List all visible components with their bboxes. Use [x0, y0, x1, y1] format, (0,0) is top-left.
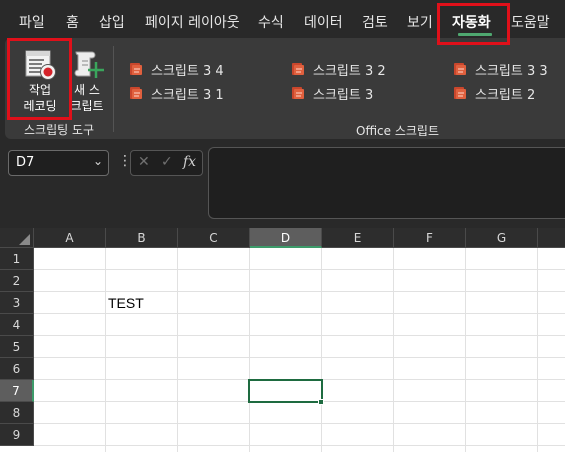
- gridline: [393, 248, 394, 452]
- column-header-f[interactable]: F: [394, 228, 466, 248]
- script-icon: [453, 86, 467, 100]
- new-script-icon: [74, 51, 104, 78]
- gridline: [34, 313, 565, 314]
- script-icon: [291, 86, 305, 100]
- script-item[interactable]: 스크립트 3 4: [129, 60, 224, 79]
- select-all-corner[interactable]: [0, 228, 34, 248]
- row-header-2[interactable]: 2: [0, 270, 34, 292]
- gridline: [465, 248, 466, 452]
- record-actions-label-line2: 레코딩: [23, 99, 57, 113]
- script-label: 스크립트 3 1: [151, 87, 224, 103]
- row-header-5[interactable]: 5: [0, 336, 34, 358]
- worksheet-grid[interactable]: A B C D E F G 1 2 3 4 5 6 7 8 9 TEST: [0, 228, 565, 452]
- active-tab-indicator: [458, 33, 492, 36]
- script-label: 스크립트 3 3: [475, 63, 548, 79]
- script-label: 스크립트 3: [313, 87, 374, 103]
- active-cell-d7[interactable]: [248, 379, 323, 403]
- gridline: [34, 445, 565, 446]
- name-box[interactable]: D7 ⌄: [8, 150, 109, 176]
- scripting-tools-group-label: 스크립팅 도구: [24, 123, 95, 137]
- cell-b3[interactable]: TEST: [108, 295, 144, 311]
- row-header-1[interactable]: 1: [0, 248, 34, 270]
- script-label: 스크립트 3 2: [313, 63, 386, 79]
- column-header-partial[interactable]: [538, 228, 565, 248]
- script-label: 스크립트 3 4: [151, 63, 224, 79]
- gridline: [34, 423, 565, 424]
- gridline: [249, 248, 250, 452]
- script-item[interactable]: 스크립트 3 1: [129, 84, 224, 103]
- record-actions-label-line1: 작업: [28, 83, 52, 97]
- row-header-4[interactable]: 4: [0, 314, 34, 336]
- script-item[interactable]: 스크립트 2: [453, 84, 536, 103]
- script-icon: [129, 62, 143, 76]
- formula-input[interactable]: [208, 147, 565, 219]
- formula-actions: ✕ ✓ fx: [130, 150, 203, 176]
- script-item[interactable]: 스크립트 3 2: [291, 60, 386, 79]
- gridline: [34, 335, 565, 336]
- insert-function-icon[interactable]: fx: [183, 154, 196, 170]
- select-all-icon: [19, 234, 30, 245]
- name-box-value: D7: [16, 155, 35, 170]
- row-header-7[interactable]: 7: [0, 380, 34, 402]
- column-header-c[interactable]: C: [178, 228, 250, 248]
- group-divider: [113, 46, 114, 132]
- gridline: [177, 248, 178, 452]
- gridline: [34, 357, 565, 358]
- column-header-a[interactable]: A: [34, 228, 106, 248]
- script-item[interactable]: 스크립트 3: [291, 84, 374, 103]
- new-script-label-line2: 크립트: [70, 99, 104, 113]
- column-header-d[interactable]: D: [250, 228, 322, 248]
- script-icon: [129, 86, 143, 100]
- script-label: 스크립트 2: [475, 87, 536, 103]
- row-header-6[interactable]: 6: [0, 358, 34, 380]
- script-item[interactable]: 스크립트 3 3: [453, 60, 548, 79]
- script-icon: [453, 62, 467, 76]
- row-header-8[interactable]: 8: [0, 402, 34, 424]
- gridline: [105, 248, 106, 452]
- cancel-icon[interactable]: ✕: [138, 154, 150, 170]
- column-header-e[interactable]: E: [322, 228, 394, 248]
- confirm-icon[interactable]: ✓: [161, 154, 173, 170]
- new-script-label-line1: 새 스: [74, 83, 100, 97]
- gridline: [537, 248, 538, 452]
- new-script-button[interactable]: 새 스 크립트: [68, 42, 106, 118]
- gridline: [34, 269, 565, 270]
- fill-handle[interactable]: [318, 399, 324, 405]
- record-actions-button[interactable]: 작업 레코딩: [11, 42, 69, 118]
- gridline: [321, 248, 322, 452]
- row-header-3[interactable]: 3: [0, 292, 34, 314]
- script-icon: [291, 62, 305, 76]
- column-header-g[interactable]: G: [466, 228, 538, 248]
- column-header-b[interactable]: B: [106, 228, 178, 248]
- gridline: [34, 291, 565, 292]
- office-scripts-group-label: Office 스크립트: [356, 124, 440, 138]
- record-actions-icon: [25, 50, 56, 80]
- row-header-9[interactable]: 9: [0, 424, 34, 446]
- chevron-down-icon[interactable]: ⌄: [93, 154, 103, 168]
